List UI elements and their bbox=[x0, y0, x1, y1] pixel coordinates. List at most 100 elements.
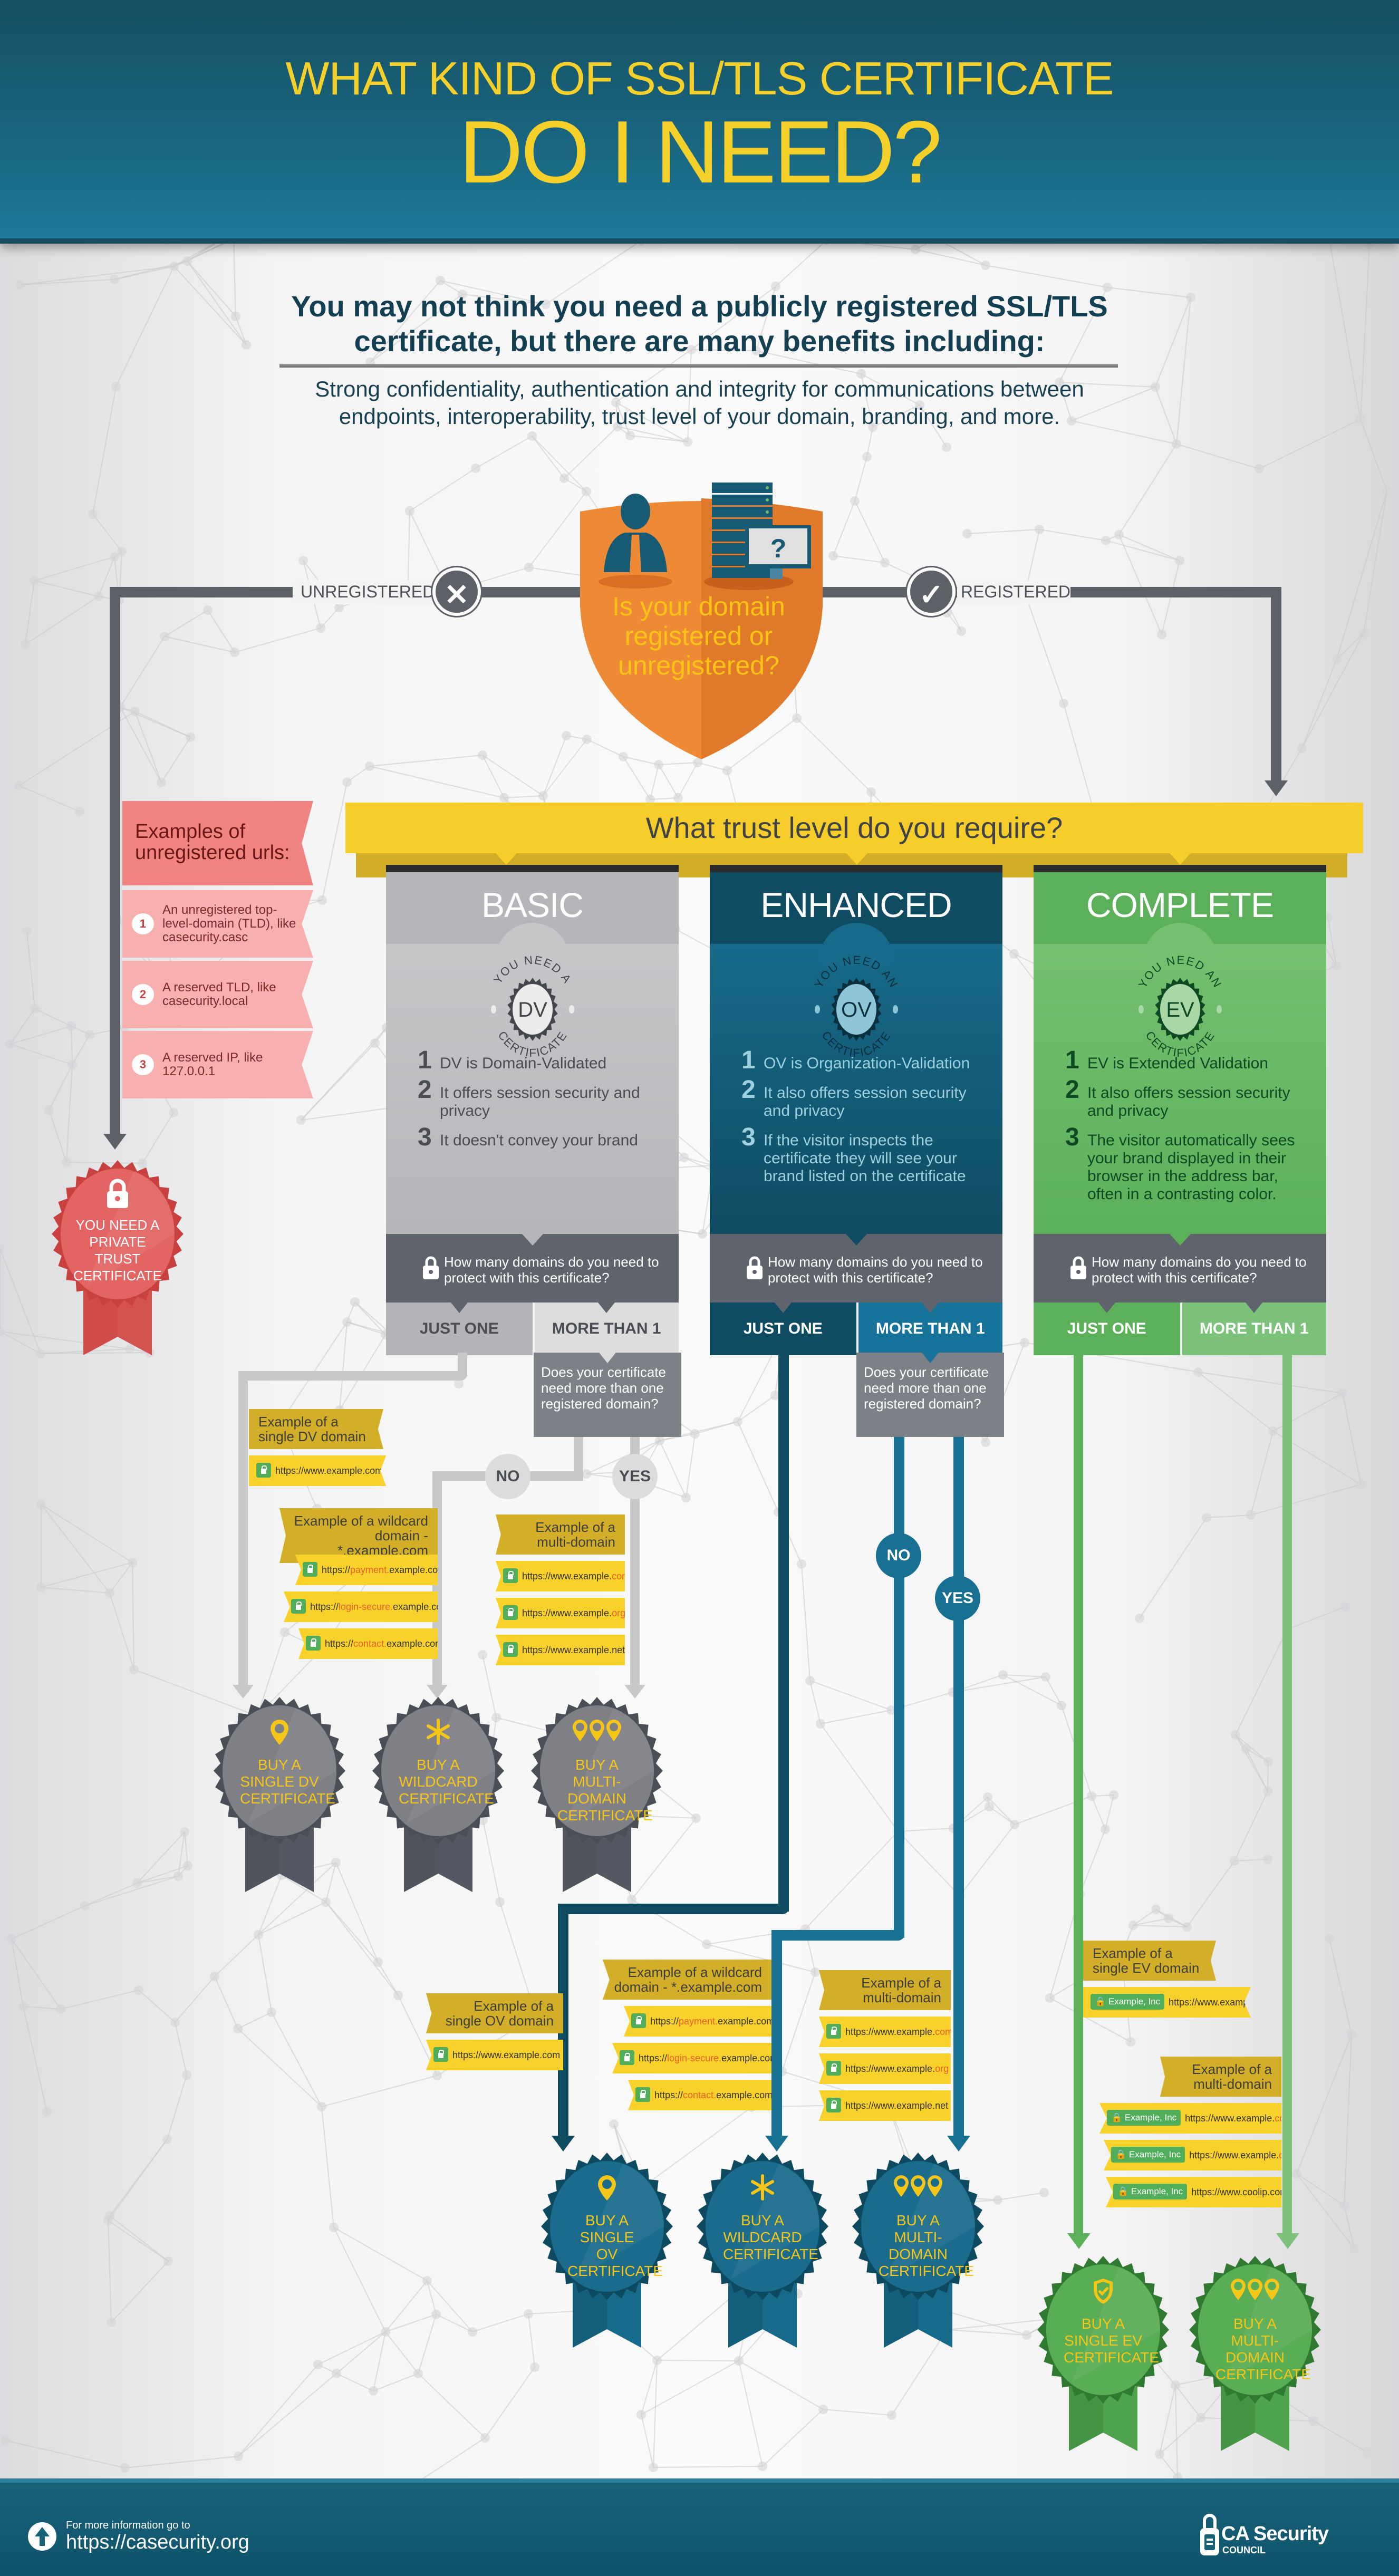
lock-icon bbox=[826, 2061, 841, 2076]
arrow-down-icon bbox=[947, 2136, 970, 2152]
unregistered-example-1: 1 An unregistered top-level-domain (TLD)… bbox=[122, 890, 313, 958]
dv-no-option[interactable]: NO bbox=[485, 1454, 530, 1499]
dv-single-line bbox=[238, 1371, 467, 1381]
example-url: 🔒 Example, Inchttps://www.example.com bbox=[1083, 1987, 1251, 2018]
pointer-icon bbox=[774, 1303, 792, 1313]
unregistered-example-text: An unregistered top-level-domain (TLD), … bbox=[162, 903, 296, 944]
footer-logo-subtitle: COUNCIL bbox=[1222, 2545, 1266, 2555]
x-icon[interactable]: ✕ bbox=[432, 567, 481, 616]
ov-yes-option[interactable]: YES bbox=[935, 1576, 980, 1621]
domains-question-box: How many domains do you need to protect … bbox=[386, 1234, 679, 1303]
lock-icon bbox=[503, 1568, 518, 1584]
lock-icon bbox=[303, 1562, 317, 1577]
feature-item: 3 If the visitor inspects the certificat… bbox=[741, 1125, 990, 1185]
example-url: 🔒 Example, Inc https://www.example.org bbox=[1104, 2140, 1281, 2170]
infographic: WHAT KIND OF SSL/TLS CERTIFICATE DO I NE… bbox=[0, 0, 1399, 2576]
buy-dv-single-badge[interactable]: BUY A SINGLE DV CERTIFICATE bbox=[208, 1694, 351, 1895]
url-text: https://www.example.net bbox=[522, 1645, 625, 1655]
badge-label: BUY A MULTI-DOMAIN CERTIFICATE bbox=[557, 1757, 653, 1824]
buy-ev-single-badge[interactable]: BUY A SINGLE EV CERTIFICATE bbox=[1032, 2253, 1174, 2454]
example-url: https://www.example.org bbox=[819, 2053, 951, 2084]
private-trust-result: YOU NEED A PRIVATE TRUST CERTIFICATE bbox=[73, 1217, 162, 1284]
buy-ov-wildcard-badge[interactable]: BUY A WILDCARD CERTIFICATE bbox=[691, 2150, 834, 2350]
example-url: https://login-secure.example.com bbox=[284, 1591, 438, 1622]
feature-number: 2 bbox=[1065, 1076, 1079, 1104]
example-heading: Example of a wildcard domain - *.example… bbox=[603, 1960, 771, 2000]
svg-text:?: ? bbox=[770, 534, 787, 563]
example-url: https://www.example.net bbox=[496, 1635, 625, 1665]
ca-security-logo-icon bbox=[1200, 2514, 1219, 2555]
option-just-one[interactable]: JUST ONE bbox=[386, 1303, 533, 1355]
dv-multi-question: Does your certificate need more than one… bbox=[534, 1353, 681, 1437]
option-more-than-one[interactable]: MORE THAN 1 bbox=[532, 1303, 679, 1355]
check-icon[interactable]: ✓ bbox=[907, 567, 956, 616]
unregistered-label[interactable]: UNREGISTERED bbox=[301, 582, 435, 602]
pointer-icon bbox=[450, 1303, 468, 1313]
lock-icon bbox=[826, 2024, 841, 2039]
url-text: https://www.example.com bbox=[845, 2027, 953, 2037]
feature-list: 1 EV is Extended Validation 2 It also of… bbox=[1065, 1048, 1314, 1215]
location-pin-icon bbox=[536, 2174, 678, 2204]
feature-number: 3 bbox=[418, 1123, 432, 1151]
feature-item: 1 DV is Domain-Validated bbox=[418, 1048, 666, 1073]
seal-ev-icon: YOU NEED AN CERTIFICATE EV bbox=[1135, 954, 1223, 1059]
example-heading: Example of a single DV domain bbox=[249, 1409, 383, 1449]
pointer-icon bbox=[1170, 853, 1191, 865]
lock-icon bbox=[747, 1256, 763, 1279]
footer-info-label: For more information go to bbox=[66, 2520, 190, 2531]
example-url: https://www.example.org bbox=[496, 1598, 625, 1628]
feature-item: 2 It offers session security and privacy bbox=[418, 1077, 666, 1120]
title-line-1: WHAT KIND OF SSL/TLS CERTIFICATE bbox=[285, 52, 1114, 104]
pointer-icon bbox=[522, 1234, 543, 1246]
example-url: 🔒 Example, Inchttps://www.example.com bbox=[1099, 2103, 1281, 2134]
private-trust-badge[interactable]: YOU NEED A PRIVATE TRUST CERTIFICATE bbox=[46, 1157, 189, 1358]
ev-org-tag: 🔒 Example, Inc bbox=[1107, 2110, 1181, 2126]
url-text: https://www.example.org bbox=[1189, 2150, 1281, 2160]
trust-column-enhanced: ENHANCED YOU NEED AN CERTIFICATE OV 1 OV… bbox=[710, 865, 1002, 1355]
feature-number: 2 bbox=[741, 1076, 756, 1104]
option-more-than-one-label: MORE THAN 1 bbox=[552, 1320, 661, 1337]
example-heading: Example of a single EV domain bbox=[1083, 1941, 1216, 1981]
seal-code-text: EV bbox=[1166, 998, 1194, 1021]
option-just-one[interactable]: JUST ONE bbox=[1034, 1303, 1180, 1355]
option-more-than-one[interactable]: MORE THAN 1 bbox=[1180, 1303, 1326, 1355]
buy-ov-single-badge[interactable]: BUY A SINGLE OV CERTIFICATE bbox=[536, 2150, 678, 2350]
ov-no-option[interactable]: NO bbox=[876, 1533, 921, 1578]
option-more-than-one[interactable]: MORE THAN 1 bbox=[856, 1303, 1002, 1355]
url-text: https://www.example.org bbox=[522, 1608, 626, 1618]
url-text: https://www.example.com bbox=[452, 2050, 561, 2060]
feature-text: It doesn't convey your brand bbox=[440, 1132, 638, 1149]
lock-icon bbox=[291, 1599, 306, 1614]
arrow-down-icon bbox=[1067, 2233, 1091, 2249]
lock-icon bbox=[423, 1256, 439, 1279]
domains-question-box: How many domains do you need to protect … bbox=[710, 1234, 1002, 1303]
pointer-icon bbox=[1246, 1303, 1263, 1313]
url-text: https://contact.example.com bbox=[654, 2090, 773, 2100]
pointer-icon bbox=[496, 853, 517, 865]
option-just-one-label: JUST ONE bbox=[419, 1320, 499, 1337]
example-url: 🔒 Example, Inc https://www.coolip.com bbox=[1106, 2177, 1281, 2207]
footer-url-link[interactable]: https://casecurity.org bbox=[66, 2531, 249, 2554]
connector-registered-v bbox=[1271, 587, 1281, 782]
example-url: https://payment.example.com bbox=[624, 2006, 771, 2037]
example-url: https://www.example.net bbox=[819, 2090, 951, 2121]
shield-check-icon bbox=[1032, 2278, 1174, 2308]
unregistered-example-text: A reserved IP, like 127.0.0.1 bbox=[162, 1050, 263, 1078]
option-just-one[interactable]: JUST ONE bbox=[710, 1303, 856, 1355]
badge-label: BUY A SINGLE OV CERTIFICATE bbox=[567, 2212, 663, 2279]
url-text: https://contact.example.com bbox=[325, 1638, 443, 1649]
arrow-up-circle-icon[interactable] bbox=[27, 2522, 57, 2551]
column-title: ENHANCED bbox=[760, 885, 952, 924]
buy-dv-multi-badge[interactable]: BUY A MULTI-DOMAIN CERTIFICATE bbox=[526, 1694, 668, 1895]
feature-text: The visitor automatically sees your bran… bbox=[1087, 1132, 1295, 1203]
buy-ev-multi-badge[interactable]: BUY A MULTI-DOMAIN CERTIFICATE bbox=[1184, 2253, 1326, 2454]
feature-number: 1 bbox=[741, 1046, 756, 1074]
lock-icon bbox=[1070, 1256, 1086, 1279]
column-title: BASIC bbox=[481, 885, 584, 924]
dv-yes-option[interactable]: YES bbox=[612, 1454, 658, 1499]
buy-dv-wildcard-badge[interactable]: BUY A WILDCARD CERTIFICATE bbox=[367, 1694, 509, 1895]
arrow-down-icon bbox=[765, 2136, 788, 2152]
registered-label[interactable]: REGISTERED bbox=[961, 582, 1070, 602]
ov-multi-question-text: Does your certificate need more than one… bbox=[864, 1364, 989, 1412]
buy-ov-multi-badge[interactable]: BUY A MULTI-DOMAIN CERTIFICATE bbox=[847, 2150, 989, 2350]
